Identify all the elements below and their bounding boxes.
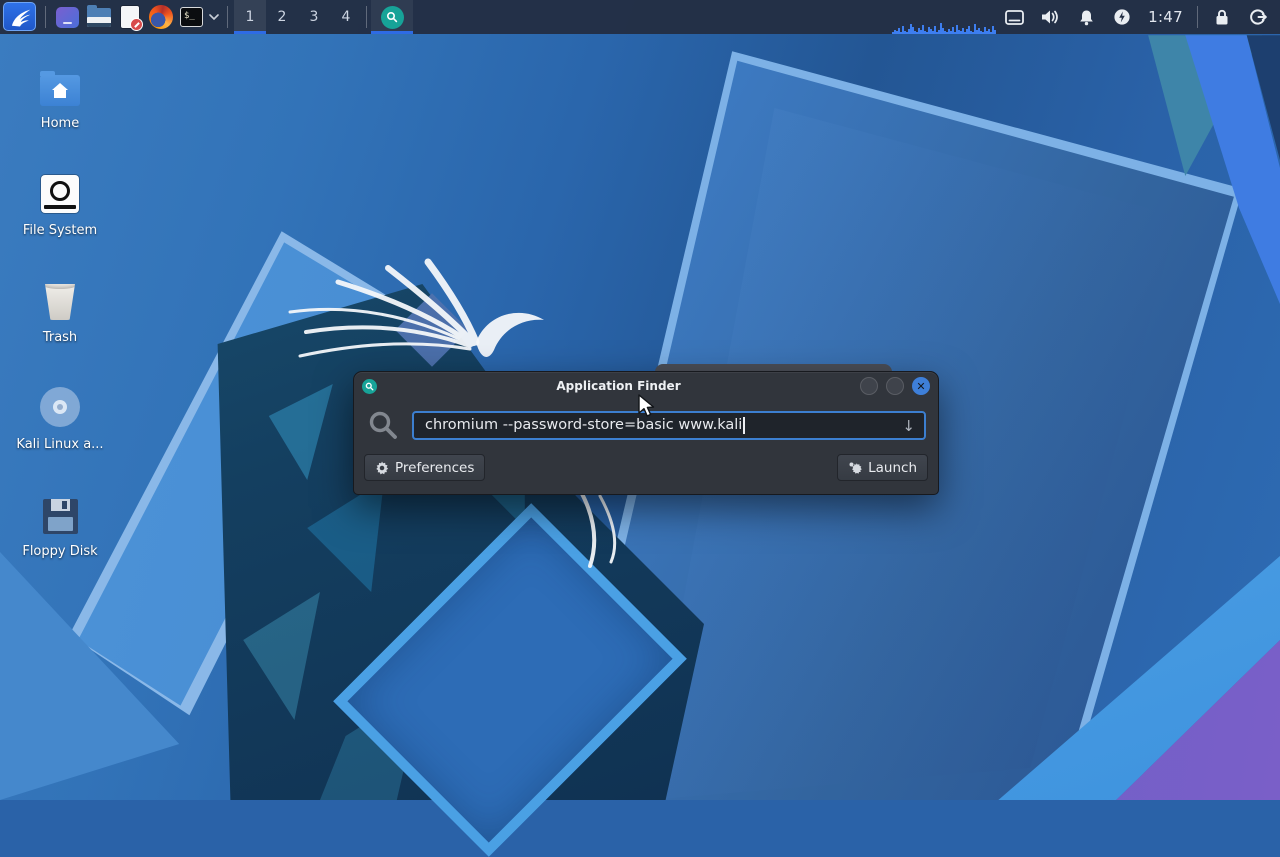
desktop-icon-label: File System [23, 223, 97, 238]
panel-separator [366, 6, 367, 28]
desktop-icon-kali-linux[interactable]: Kali Linux a... [8, 375, 112, 475]
workspace-button-2[interactable]: 2 [266, 0, 298, 34]
power-manager-icon[interactable] [1104, 0, 1140, 34]
workspace-label: 3 [310, 9, 319, 25]
launch-label: Launch [868, 460, 917, 476]
kali-dragon-icon [8, 6, 32, 28]
search-icon [368, 410, 398, 440]
window-titlebar-finder-icon [362, 379, 377, 394]
desktop-icon-label: Floppy Disk [22, 544, 97, 559]
gear-icon [375, 461, 389, 475]
panel-separator [45, 6, 46, 28]
workspace-button-1[interactable]: 1 [234, 0, 266, 34]
workspace-button-4[interactable]: 4 [330, 0, 362, 34]
mouse-cursor [637, 394, 659, 420]
taskbar-button-application-finder[interactable] [371, 0, 413, 34]
launcher-terminal[interactable]: $_ [176, 0, 207, 34]
launcher-file-manager[interactable] [83, 0, 114, 34]
kali-menu-button[interactable] [3, 2, 36, 31]
desktop-icon-trash[interactable]: Trash [8, 268, 112, 368]
notifications-bell-icon[interactable] [1068, 0, 1104, 34]
logout-icon[interactable] [1240, 0, 1276, 34]
active-underline [234, 31, 266, 34]
file-system-drive-icon [41, 161, 79, 213]
terminal-icon: $_ [180, 7, 203, 27]
terminal-dropdown-chevron-icon[interactable] [207, 14, 221, 20]
firefox-icon [149, 5, 173, 29]
floppy-disk-icon [43, 482, 78, 534]
text-editor-icon [121, 6, 139, 28]
workspace-label: 1 [246, 9, 255, 25]
desktop-icon-label: Trash [43, 330, 77, 345]
desktop-icon-label: Home [41, 116, 79, 131]
display-icon[interactable] [996, 0, 1032, 34]
preferences-label: Preferences [395, 460, 474, 476]
application-finder-window: Application Finder ✕ chromium --password… [353, 371, 939, 495]
cpu-load-graph[interactable] [892, 0, 996, 34]
panel-clock[interactable]: 1:47 [1140, 8, 1191, 26]
close-button[interactable]: ✕ [912, 377, 930, 395]
launcher-window-app[interactable] [52, 0, 83, 34]
search-input-value: chromium --password-store=basic www.kali [425, 417, 742, 433]
top-panel: $_ 1 2 3 4 1:47 [0, 0, 1280, 34]
dropdown-arrow-icon[interactable]: ↓ [902, 417, 915, 435]
maximize-button[interactable] [886, 377, 904, 395]
workspace-label: 2 [278, 9, 287, 25]
launcher-text-editor[interactable] [114, 0, 145, 34]
launcher-firefox[interactable] [145, 0, 176, 34]
dragon-head [476, 313, 544, 357]
launch-gear-icon [848, 461, 862, 475]
minimize-button[interactable] [860, 377, 878, 395]
text-caret [743, 417, 745, 434]
home-folder-icon [40, 54, 80, 106]
active-underline [371, 31, 413, 34]
workspace-label: 4 [342, 9, 351, 25]
panel-separator [1197, 6, 1198, 28]
preferences-button[interactable]: Preferences [364, 454, 485, 481]
file-manager-icon [87, 8, 111, 27]
trash-icon [45, 268, 75, 320]
desktop-icon-home[interactable]: Home [8, 54, 112, 154]
volume-icon[interactable] [1032, 0, 1068, 34]
disc-icon [40, 375, 80, 427]
app-finder-icon [381, 6, 404, 29]
close-icon: ✕ [916, 381, 925, 392]
window-icon [56, 7, 79, 28]
desktop-icon-label: Kali Linux a... [16, 437, 103, 452]
workspace-button-3[interactable]: 3 [298, 0, 330, 34]
search-input[interactable]: chromium --password-store=basic www.kali… [412, 411, 926, 440]
window-title: Application Finder [377, 379, 860, 393]
launch-button[interactable]: Launch [837, 454, 928, 481]
panel-separator [227, 6, 228, 28]
lock-icon[interactable] [1204, 0, 1240, 34]
desktop-icon-file-system[interactable]: File System [8, 161, 112, 261]
desktop-icon-floppy-disk[interactable]: Floppy Disk [8, 482, 112, 582]
